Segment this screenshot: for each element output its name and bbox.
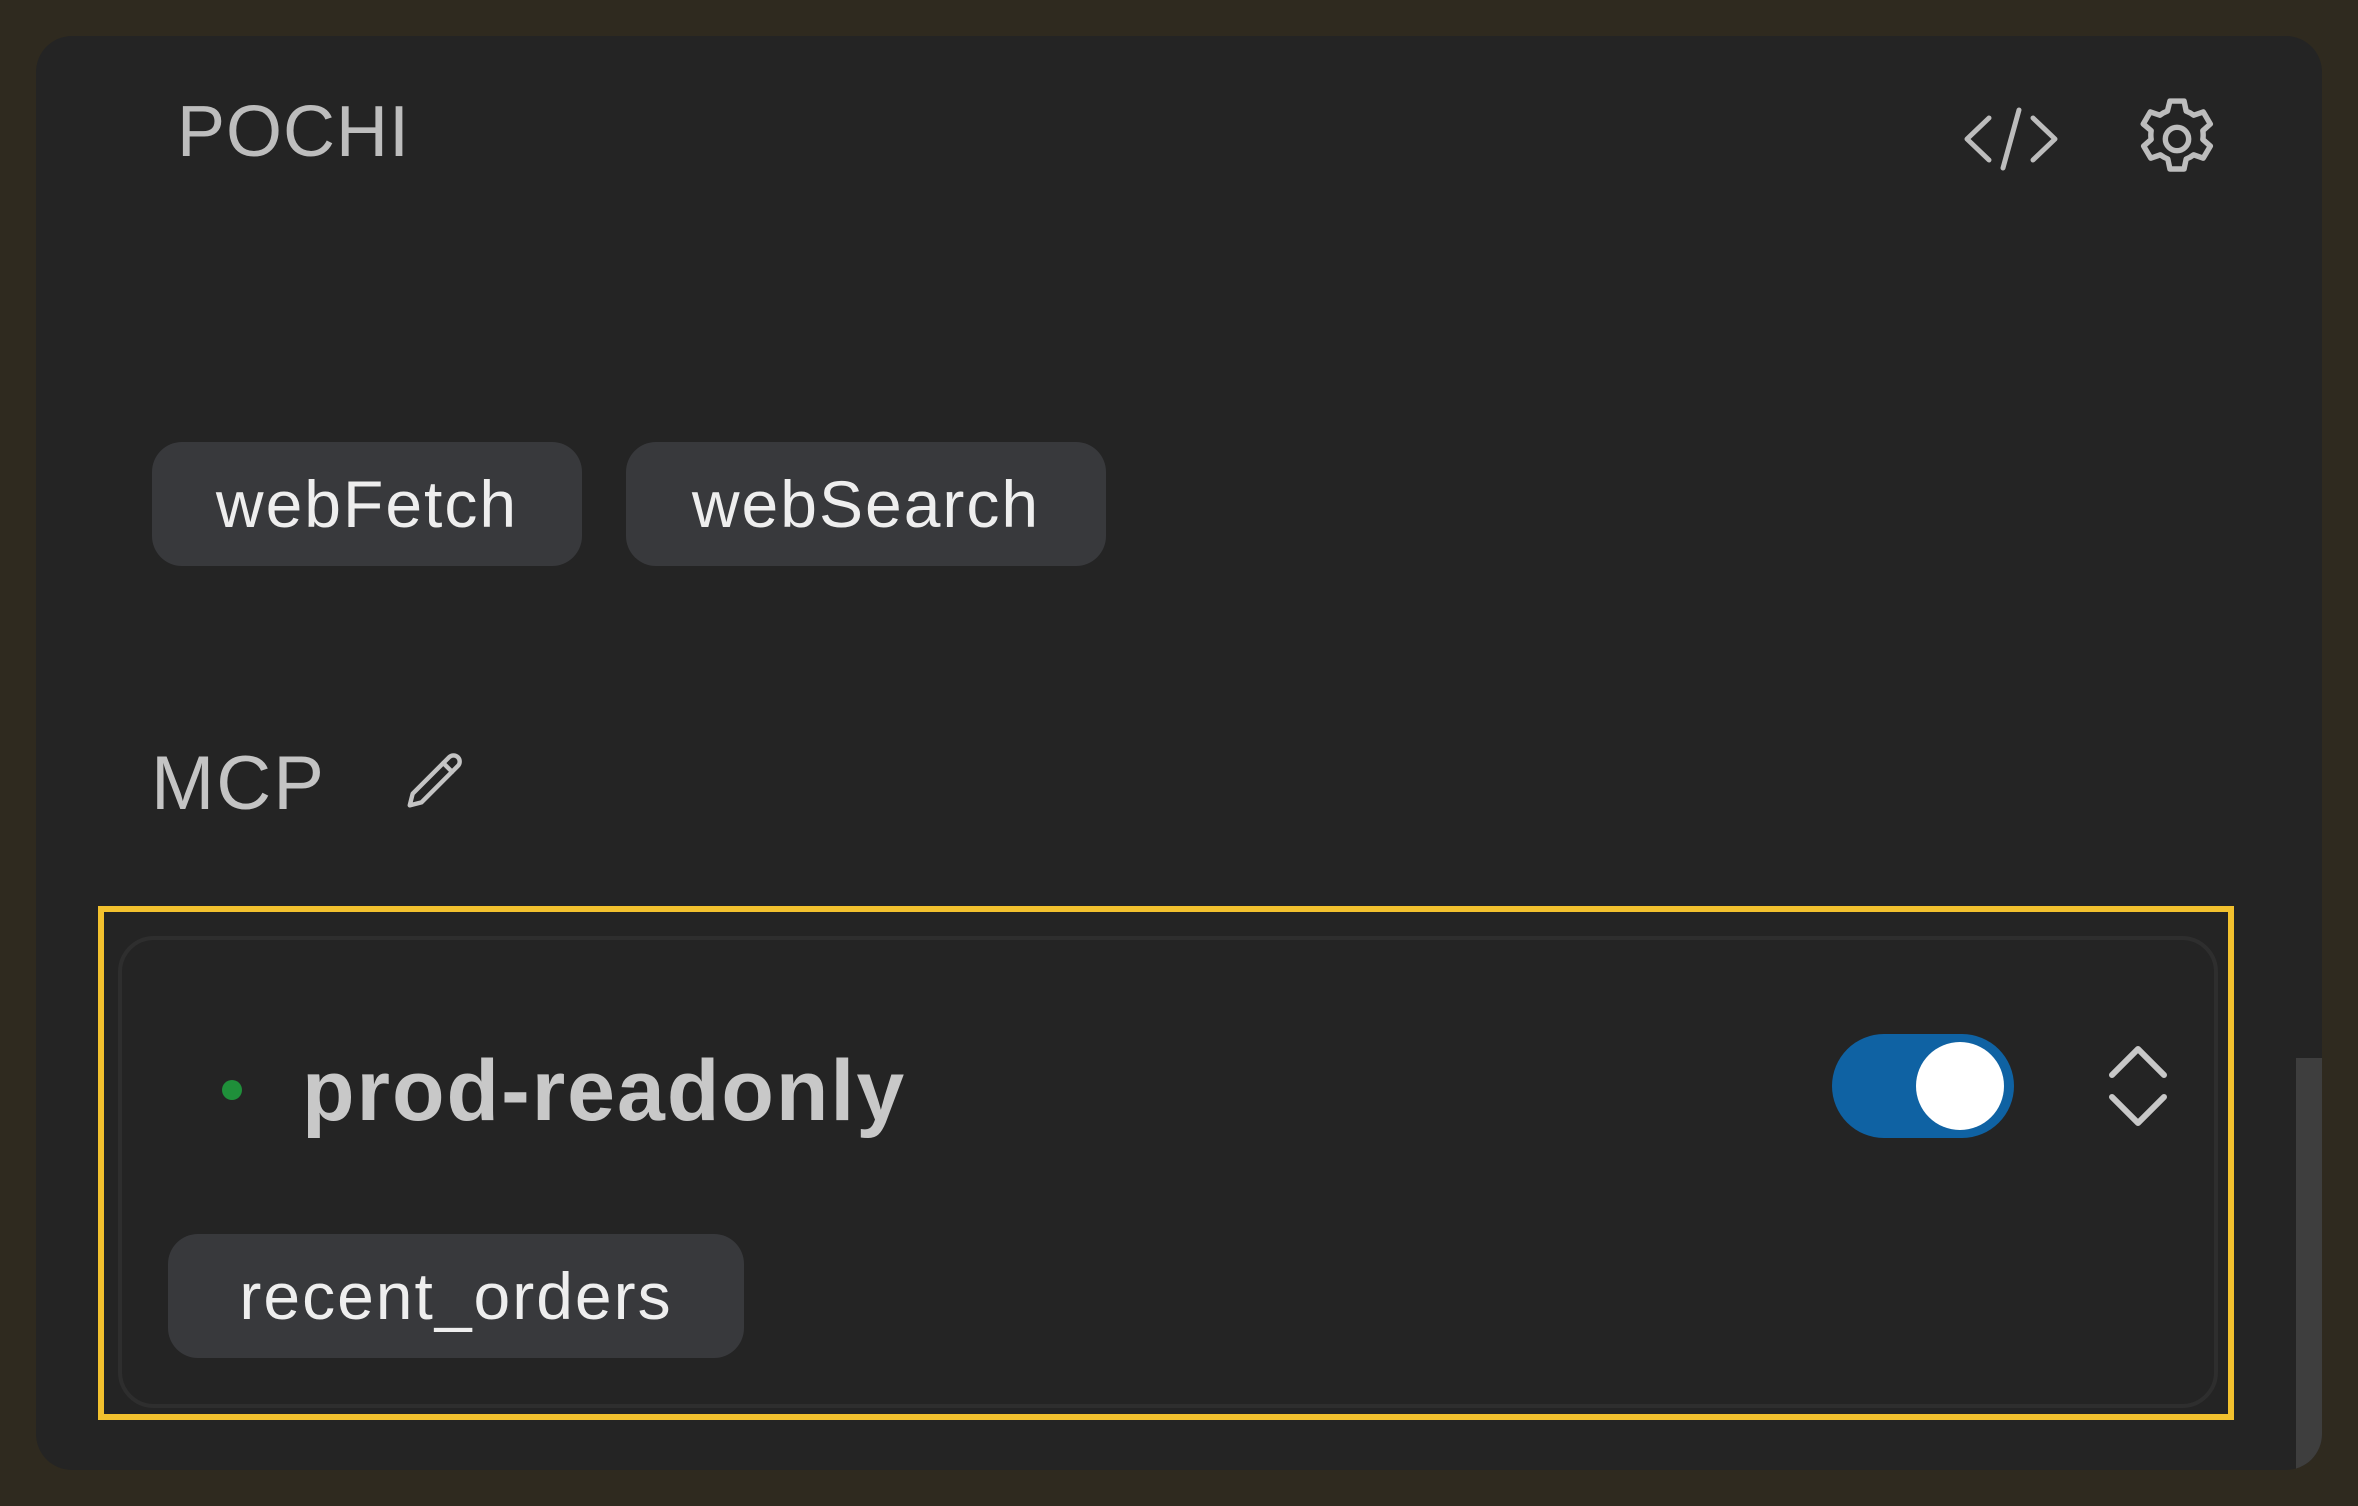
highlight-box bbox=[98, 906, 2234, 1420]
code-icon[interactable] bbox=[1956, 84, 2066, 194]
mcp-section-label: MCP bbox=[151, 741, 326, 826]
tool-chip-websearch[interactable]: webSearch bbox=[626, 442, 1106, 566]
pencil-icon[interactable] bbox=[394, 740, 478, 824]
window-frame: POCHI webFetch webSearch MCP prod-readon… bbox=[0, 0, 2358, 1506]
scrollbar-thumb[interactable] bbox=[2296, 1058, 2322, 1470]
tool-chip-webfetch[interactable]: webFetch bbox=[152, 442, 582, 566]
panel-title: POCHI bbox=[177, 92, 411, 172]
gear-icon[interactable] bbox=[2122, 84, 2232, 194]
